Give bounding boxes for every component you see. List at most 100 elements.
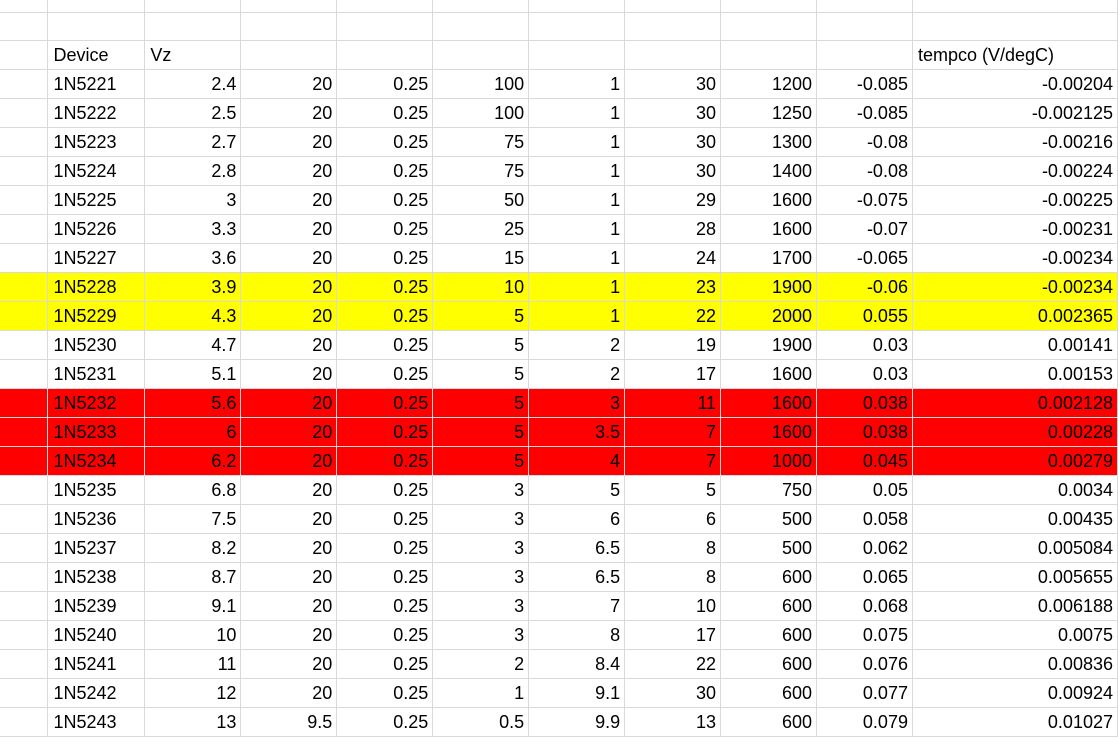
row-gutter-cell[interactable]	[0, 40, 49, 70]
cell-value[interactable]: 1600	[720, 417, 818, 447]
cell-value[interactable]: -0.07	[816, 214, 913, 244]
header-vz[interactable]: Vz	[144, 40, 242, 70]
cell-value[interactable]: 0.25	[336, 417, 434, 447]
cell-value[interactable]: 0.25	[336, 69, 434, 99]
cell-value[interactable]: 0.25	[336, 388, 434, 418]
cell-value[interactable]: 0.25	[336, 678, 434, 708]
cell-value[interactable]: 1600	[720, 214, 818, 244]
cell-value[interactable]: -0.00234	[912, 272, 1118, 302]
row-gutter-cell[interactable]	[0, 156, 49, 186]
row-gutter-cell[interactable]	[0, 388, 49, 418]
row-gutter-cell[interactable]	[0, 417, 49, 447]
cell-value[interactable]: 1000	[720, 446, 818, 476]
cell-value[interactable]: 3.3	[144, 214, 242, 244]
header-device[interactable]: Device	[47, 40, 146, 70]
cell-value[interactable]: 20	[240, 69, 338, 99]
cell-value[interactable]: 8	[528, 620, 626, 650]
row-gutter-cell[interactable]	[0, 69, 49, 99]
cell-value[interactable]: 0.002365	[912, 301, 1118, 331]
cell-value[interactable]: 0.00836	[912, 649, 1118, 679]
cell-value[interactable]: 0.25	[336, 649, 434, 679]
cell-device[interactable]: 1N5243	[47, 707, 146, 737]
cell[interactable]	[0, 12, 49, 41]
cell[interactable]	[432, 12, 530, 41]
row-gutter-cell[interactable]	[0, 591, 49, 621]
cell-value[interactable]: 6	[528, 504, 626, 534]
cell-value[interactable]: 5	[528, 475, 626, 505]
cell[interactable]	[912, 12, 1118, 41]
cell-value[interactable]: 3	[432, 475, 530, 505]
cell-value[interactable]: 0.038	[816, 388, 913, 418]
cell-value[interactable]: 0.00435	[912, 504, 1118, 534]
cell-value[interactable]: 20	[240, 562, 338, 592]
row-gutter-cell[interactable]	[0, 620, 49, 650]
cell-device[interactable]: 1N5229	[47, 301, 146, 331]
cell-value[interactable]: 22	[624, 649, 722, 679]
cell-value[interactable]: 1900	[720, 272, 818, 302]
cell-value[interactable]: 2	[432, 649, 530, 679]
cell-value[interactable]: 1200	[720, 69, 818, 99]
header-c9[interactable]	[816, 40, 913, 70]
row-gutter-cell[interactable]	[0, 504, 49, 534]
cell-value[interactable]: 0.068	[816, 591, 913, 621]
row-gutter-cell[interactable]	[0, 214, 49, 244]
cell-value[interactable]: 6.5	[528, 533, 626, 563]
cell-value[interactable]: 0.25	[336, 185, 434, 215]
cell-value[interactable]: 6.2	[144, 446, 242, 476]
cell-value[interactable]: 1	[528, 98, 626, 128]
row-gutter-cell[interactable]	[0, 678, 49, 708]
cell-device[interactable]: 1N5221	[47, 69, 146, 99]
cell-value[interactable]: 30	[624, 678, 722, 708]
cell-value[interactable]: 20	[240, 388, 338, 418]
cell-value[interactable]: 20	[240, 272, 338, 302]
cell-device[interactable]: 1N5230	[47, 330, 146, 360]
cell-value[interactable]: 8	[624, 562, 722, 592]
row-gutter-cell[interactable]	[0, 301, 49, 331]
cell-value[interactable]: 600	[720, 649, 818, 679]
cell-value[interactable]: 5	[432, 301, 530, 331]
cell-value[interactable]: 20	[240, 156, 338, 186]
cell-value[interactable]: 5	[432, 417, 530, 447]
row-gutter-cell[interactable]	[0, 272, 49, 302]
cell-value[interactable]: 1600	[720, 388, 818, 418]
row-gutter-cell[interactable]	[0, 98, 49, 128]
cell-device[interactable]: 1N5228	[47, 272, 146, 302]
cell[interactable]	[432, 0, 530, 13]
cell-value[interactable]: 20	[240, 475, 338, 505]
cell-value[interactable]: -0.00231	[912, 214, 1118, 244]
cell-value[interactable]: 5	[432, 446, 530, 476]
cell-value[interactable]: 0.25	[336, 156, 434, 186]
cell-value[interactable]: 6.5	[528, 562, 626, 592]
cell-value[interactable]: 15	[432, 243, 530, 273]
cell-value[interactable]: 3	[432, 562, 530, 592]
cell-value[interactable]: 0.00279	[912, 446, 1118, 476]
cell-value[interactable]: 2.4	[144, 69, 242, 99]
cell[interactable]	[816, 12, 913, 41]
cell-value[interactable]: -0.00204	[912, 69, 1118, 99]
cell-value[interactable]: 600	[720, 562, 818, 592]
cell-value[interactable]: 750	[720, 475, 818, 505]
cell[interactable]	[0, 0, 49, 13]
cell-value[interactable]: 100	[432, 98, 530, 128]
cell-value[interactable]: 7.5	[144, 504, 242, 534]
cell-value[interactable]: 25	[432, 214, 530, 244]
row-gutter-cell[interactable]	[0, 127, 49, 157]
row-gutter-cell[interactable]	[0, 533, 49, 563]
cell-table[interactable]: Device Vz tempco (V/degC) 1N5221 2.4 20 0.2…	[0, 0, 1118, 737]
cell-value[interactable]: 500	[720, 533, 818, 563]
cell-value[interactable]: 0.055	[816, 301, 913, 331]
cell-value[interactable]: 10	[624, 591, 722, 621]
cell-value[interactable]: 0.062	[816, 533, 913, 563]
cell-value[interactable]: 0.077	[816, 678, 913, 708]
row-gutter-cell[interactable]	[0, 359, 49, 389]
cell-device[interactable]: 1N5239	[47, 591, 146, 621]
cell-device[interactable]: 1N5227	[47, 243, 146, 273]
cell-value[interactable]: 20	[240, 243, 338, 273]
cell-value[interactable]: -0.065	[816, 243, 913, 273]
cell-value[interactable]: 17	[624, 620, 722, 650]
row-gutter-cell[interactable]	[0, 475, 49, 505]
cell-value[interactable]: 3	[432, 620, 530, 650]
cell-value[interactable]: 0.076	[816, 649, 913, 679]
cell-value[interactable]: 4.3	[144, 301, 242, 331]
cell-value[interactable]: 0.25	[336, 620, 434, 650]
